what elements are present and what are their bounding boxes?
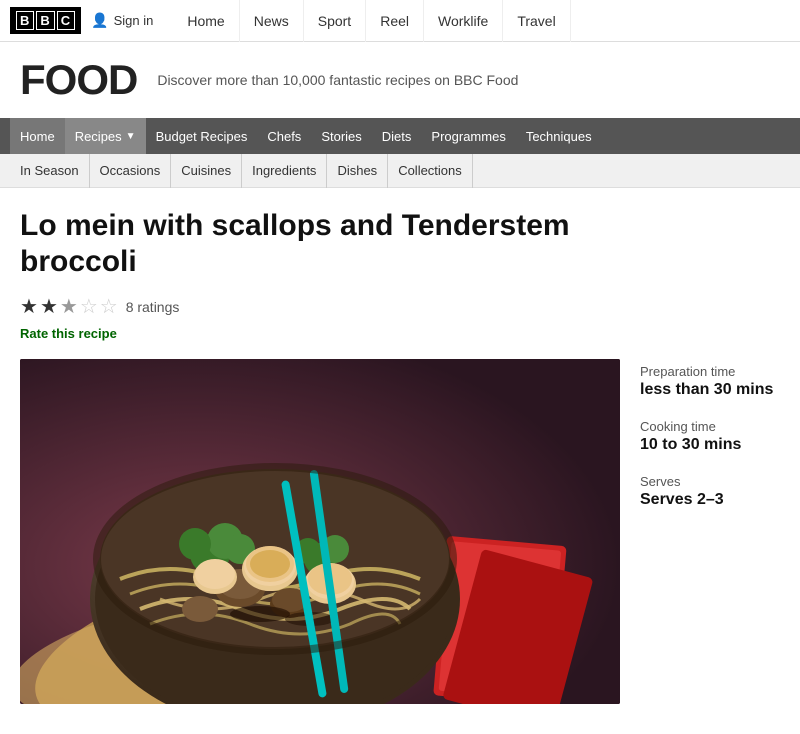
top-nav-links: Home News Sport Reel Worklife Travel: [173, 0, 790, 42]
recipe-image: 古 儀 祥: [20, 359, 620, 704]
sec-nav-chefs[interactable]: Chefs: [257, 118, 311, 154]
food-header: FOOD Discover more than 10,000 fantastic…: [0, 42, 800, 118]
main-content: Lo mein with scallops and Tenderstem bro…: [0, 188, 800, 734]
star-5[interactable]: ☆: [100, 294, 118, 319]
rating-count: 8 ratings: [126, 299, 180, 315]
nav-sport[interactable]: Sport: [304, 0, 366, 42]
tertiary-navigation: In Season Occasions Cuisines Ingredients…: [0, 154, 800, 188]
recipe-info: Preparation time less than 30 mins Cooki…: [640, 359, 780, 509]
star-4[interactable]: ☆: [80, 294, 98, 319]
star-rating[interactable]: ★ ★ ★ ☆ ☆: [20, 294, 118, 319]
nav-travel[interactable]: Travel: [503, 0, 570, 42]
cooking-time-value: 10 to 30 mins: [640, 436, 780, 454]
sec-nav-diets[interactable]: Diets: [372, 118, 422, 154]
cooking-time-block: Cooking time 10 to 30 mins: [640, 419, 780, 454]
food-logo[interactable]: FOOD: [20, 56, 137, 104]
sign-in-button[interactable]: 👤 Sign in: [91, 12, 153, 29]
sec-nav-techniques[interactable]: Techniques: [516, 118, 602, 154]
recipe-body: 古 儀 祥: [20, 359, 780, 704]
tert-nav-cuisines[interactable]: Cuisines: [171, 154, 242, 188]
nav-reel[interactable]: Reel: [366, 0, 424, 42]
sec-nav-home[interactable]: Home: [10, 118, 65, 154]
rate-recipe-link[interactable]: Rate this recipe: [20, 326, 117, 341]
tert-nav-ingredients[interactable]: Ingredients: [242, 154, 327, 188]
nav-worklife[interactable]: Worklife: [424, 0, 503, 42]
nav-home[interactable]: Home: [173, 0, 239, 42]
serves-value: Serves 2–3: [640, 491, 780, 509]
star-3[interactable]: ★: [60, 294, 78, 319]
nav-news[interactable]: News: [240, 0, 304, 42]
serves-label: Serves: [640, 474, 780, 489]
rating-row: ★ ★ ★ ☆ ☆ 8 ratings: [20, 294, 780, 319]
prep-time-label: Preparation time: [640, 364, 780, 379]
sign-in-label: Sign in: [114, 13, 154, 28]
sec-nav-budget[interactable]: Budget Recipes: [146, 118, 258, 154]
top-navigation: BBC 👤 Sign in Home News Sport Reel Workl…: [0, 0, 800, 42]
chevron-down-icon: ▼: [126, 131, 136, 142]
star-1[interactable]: ★: [20, 294, 38, 319]
secondary-navigation: Home Recipes ▼ Budget Recipes Chefs Stor…: [0, 118, 800, 154]
sec-nav-stories[interactable]: Stories: [311, 118, 371, 154]
prep-time-block: Preparation time less than 30 mins: [640, 364, 780, 399]
prep-time-value: less than 30 mins: [640, 381, 780, 399]
star-2[interactable]: ★: [40, 294, 58, 319]
sec-nav-programmes[interactable]: Programmes: [421, 118, 515, 154]
food-tagline: Discover more than 10,000 fantastic reci…: [157, 72, 518, 88]
sec-nav-recipes[interactable]: Recipes ▼: [65, 118, 146, 154]
bbc-logo[interactable]: BBC: [10, 7, 81, 34]
tert-nav-occasions[interactable]: Occasions: [90, 154, 172, 188]
tert-nav-in-season[interactable]: In Season: [20, 154, 90, 188]
tert-nav-collections[interactable]: Collections: [388, 154, 473, 188]
user-icon: 👤: [91, 12, 108, 29]
recipe-title: Lo mein with scallops and Tenderstem bro…: [20, 208, 640, 280]
cooking-time-label: Cooking time: [640, 419, 780, 434]
serves-block: Serves Serves 2–3: [640, 474, 780, 509]
tert-nav-dishes[interactable]: Dishes: [327, 154, 388, 188]
